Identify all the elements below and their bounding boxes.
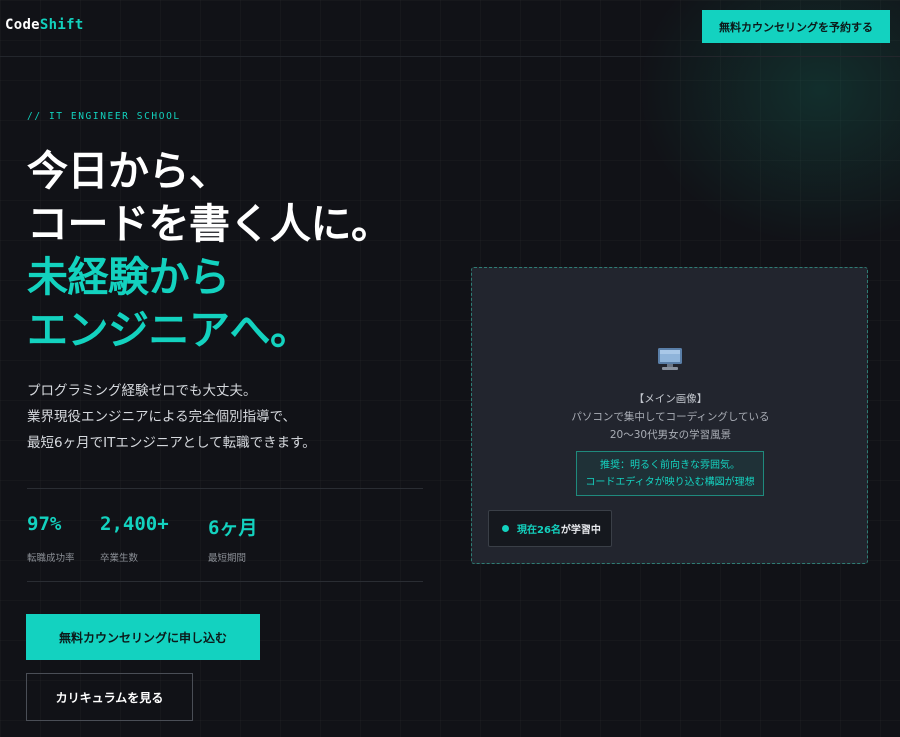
main-image-placeholder: 【メイン画像】 パソコンで集中してコーディングしている 20〜30代男女の学習風… [471,267,868,564]
recommendation-note: 推奨：明るく前向きな雰囲気。 コードエディタが映り込む構図が理想 [576,451,764,496]
stat-label: 最短期間 [208,553,247,564]
lead-line-2: 業界現役エンジニアによる完全個別指導で、 [27,409,297,425]
hero-headline: 今日から、 コードを書く人に。 未経験から エンジニアへ。 [27,145,392,357]
placeholder-description-1: パソコンで集中してコーディングしている [571,411,770,423]
logo-shift: Shift [39,17,84,33]
headline-line-1: 今日から、 [27,147,230,195]
headline-accent-line-2: エンジニアへ。 [27,306,311,354]
recommendation-line-2: コードエディタが映り込む構図が理想 [585,477,755,488]
placeholder-title: 【メイン画像】 [633,393,708,405]
logo-code: Code [5,17,40,33]
placeholder-description-2: 20〜30代男女の学習風景 [609,429,732,441]
view-curriculum-button[interactable]: カリキュラムを見る [26,673,193,721]
stat-label: 卒業生数 [100,553,139,564]
live-dot-icon [502,525,509,532]
stat-label: 転職成功率 [27,553,75,564]
live-learners-badge: 現在26名 が学習中 [488,510,612,547]
apply-counseling-button[interactable]: 無料カウンセリングに申し込む [26,614,260,660]
headline-line-2: コードを書く人に。 [27,200,392,248]
headline-accent-line-1: 未経験から [27,253,230,301]
recommendation-line-1: 推奨：明るく前向きな雰囲気。 [600,460,740,471]
monitor-icon [658,348,682,370]
hero-lead: プログラミング経験ゼロでも大丈夫。 業界現役エンジニアによる完全個別指導で、 最… [27,378,316,456]
stat-value: 97% [27,513,62,535]
site-header: CodeShift 無料カウンセリングを予約する [0,0,900,57]
stat-value: 6ヶ月 [208,517,258,539]
eyebrow-label: // IT ENGINEER SCHOOL [27,111,181,122]
header-counseling-button[interactable]: 無料カウンセリングを予約する [702,10,890,43]
landing-page: CodeShift 無料カウンセリングを予約する // IT ENGINEER … [0,0,900,737]
stats-row: 97% 転職成功率 2,400+ 卒業生数 6ヶ月 最短期間 [27,488,423,582]
stat-value: 2,400+ [100,513,169,535]
logo[interactable]: CodeShift [5,17,84,33]
lead-line-3: 最短6ヶ月でITエンジニアとして転職できます。 [27,435,316,451]
live-label: が学習中 [560,525,601,536]
lead-line-1: プログラミング経験ゼロでも大丈夫。 [27,383,257,399]
live-count: 現在26名 [517,525,561,536]
